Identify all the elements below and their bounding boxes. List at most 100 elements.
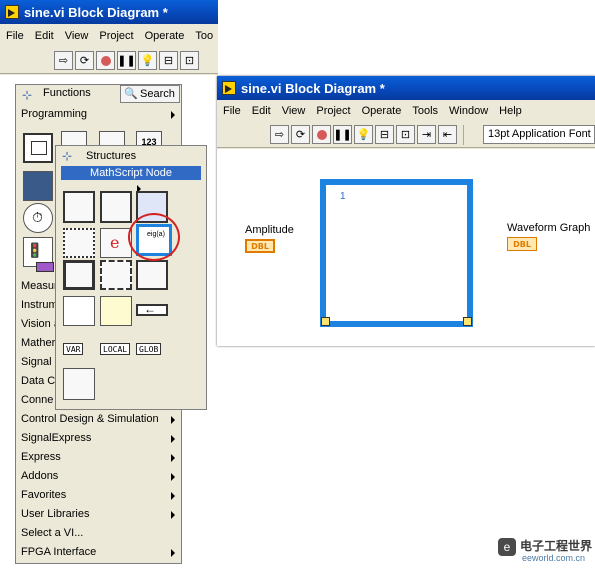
category-instrument[interactable]: Instrum	[21, 296, 58, 314]
submenu-arrow-icon	[171, 416, 175, 424]
front-toolbar: ⇨ ⟳ ❚❚ 💡 ⊟ ⊡ ⇥ ⇤ 13pt Application Font	[217, 122, 595, 148]
category-user-libraries[interactable]: User Libraries	[21, 505, 181, 523]
feedback-node-tile[interactable]	[63, 296, 95, 326]
back-window-title: sine.vi Block Diagram *	[24, 4, 168, 20]
run-button[interactable]: ⇨	[54, 51, 73, 70]
pushpin-icon[interactable]: ⊹	[22, 88, 32, 102]
eeworld-site: eeworld.com.cn	[522, 553, 586, 563]
front-menubar: File Edit View Project Operate Tools Win…	[217, 101, 595, 121]
retain-wire-values-button[interactable]: ⊟	[375, 125, 394, 144]
var-tag[interactable]: VAR	[63, 343, 84, 355]
category-signalexpress[interactable]: SignalExpress	[21, 429, 181, 447]
category-signal[interactable]: Signal	[21, 353, 52, 371]
step-over-button[interactable]: ⇥	[417, 125, 436, 144]
structures-tile[interactable]	[23, 133, 53, 163]
menu-edit[interactable]: Edit	[35, 30, 54, 42]
conditional-disable-tile[interactable]: ←	[136, 302, 168, 316]
eeworld-watermark: e 电子工程世界 eeworld.com.cn	[498, 536, 593, 570]
pushpin-icon[interactable]: ⊹	[62, 149, 72, 163]
menu-file[interactable]: File	[6, 30, 24, 42]
highlight-execution-button[interactable]: 💡	[138, 51, 157, 70]
category-express[interactable]: Express	[21, 448, 181, 466]
font-select-value: 13pt Application Font	[488, 128, 591, 140]
waveform-graph-terminal[interactable]: DBL	[507, 237, 537, 251]
category-control-design-label: Control Design & Simulation	[21, 413, 159, 425]
menu-file[interactable]: File	[223, 105, 241, 117]
highlight-execution-button[interactable]: 💡	[354, 125, 373, 144]
category-control-design[interactable]: Control Design & Simulation	[21, 410, 181, 428]
menu-tools[interactable]: Too	[195, 30, 213, 42]
search-icon: 🔍	[124, 88, 138, 100]
file-io-tile[interactable]	[23, 171, 53, 201]
menu-view[interactable]: View	[282, 105, 306, 117]
abort-button[interactable]	[96, 51, 115, 70]
menu-edit[interactable]: Edit	[252, 105, 271, 117]
event-structure-tile[interactable]	[63, 260, 95, 290]
category-favorites[interactable]: Favorites	[21, 486, 181, 504]
eeworld-logo-icon: e	[498, 538, 516, 556]
submenu-arrow-icon	[171, 473, 175, 481]
glob-tag[interactable]: GLOB	[136, 343, 162, 355]
menu-view[interactable]: View	[65, 30, 89, 42]
decorations-tile[interactable]	[63, 368, 95, 400]
search-button[interactable]: 🔍 Search	[120, 85, 180, 103]
eeworld-brand: 电子工程世界	[520, 539, 593, 553]
menu-project[interactable]: Project	[99, 30, 133, 42]
front-window-title-bar[interactable]: sine.vi Block Diagram *	[217, 76, 595, 100]
font-select[interactable]: 13pt Application Font	[483, 125, 595, 144]
menu-project[interactable]: Project	[316, 105, 350, 117]
waveform-graph-terminal-type: DBL	[513, 239, 531, 249]
step-into-button[interactable]: ⊡	[180, 51, 199, 70]
pause-button[interactable]: ❚❚	[117, 51, 136, 70]
mathscript-node[interactable]: 1	[320, 179, 473, 327]
step-out-button[interactable]: ⇤	[438, 125, 457, 144]
pause-button[interactable]: ❚❚	[333, 125, 352, 144]
highlight-circle	[128, 213, 180, 261]
functions-palette-header: ⊹ Functions 🔍 Search	[16, 85, 181, 103]
timed-loop-tile[interactable]	[100, 260, 132, 290]
category-express-label: Express	[21, 451, 61, 463]
menu-operate[interactable]: Operate	[145, 30, 185, 42]
abort-button[interactable]	[312, 125, 331, 144]
functions-palette-title: Functions	[43, 87, 91, 99]
run-continuously-button[interactable]: ⟳	[75, 51, 94, 70]
menu-window[interactable]: Window	[449, 105, 488, 117]
select-a-vi[interactable]: Select a VI...	[21, 524, 83, 542]
submenu-arrow-icon	[171, 111, 175, 119]
sequence-structure-tile[interactable]	[63, 228, 95, 258]
category-mathematics[interactable]: Mather	[21, 334, 55, 352]
category-programming[interactable]: Programming	[21, 105, 181, 123]
category-data-communication[interactable]: Data C	[21, 372, 55, 390]
node-corner-icon	[463, 317, 472, 326]
search-label: Search	[140, 88, 175, 100]
category-measurement[interactable]: Measur	[21, 277, 58, 295]
menu-operate[interactable]: Operate	[362, 105, 402, 117]
shift-register-tile[interactable]	[100, 296, 132, 326]
diagram-canvas[interactable]: 1 Amplitude DBL Waveform Graph DBL	[217, 149, 595, 346]
submenu-arrow-icon	[171, 492, 175, 500]
step-into-button[interactable]: ⊡	[396, 125, 415, 144]
category-fpga-interface[interactable]: FPGA Interface	[21, 543, 181, 561]
for-loop-tile[interactable]	[63, 191, 95, 223]
run-button[interactable]: ⇨	[270, 125, 289, 144]
amplitude-terminal[interactable]: DBL	[245, 239, 275, 253]
category-connectivity[interactable]: Conne	[21, 391, 53, 409]
submenu-arrow-icon	[171, 549, 175, 557]
timing-tile[interactable]: ⏱	[23, 203, 53, 233]
amplitude-label: Amplitude	[245, 224, 294, 236]
run-continuously-button[interactable]: ⟳	[291, 125, 310, 144]
menu-tools[interactable]: Tools	[412, 105, 438, 117]
category-signalexpress-label: SignalExpress	[21, 432, 92, 444]
formula-node-tile[interactable]: e	[100, 228, 132, 258]
back-window-title-bar[interactable]: sine.vi Block Diagram *	[0, 0, 218, 24]
mathscript-node-tooltip: MathScript Node	[61, 166, 201, 180]
submenu-arrow-icon	[171, 511, 175, 519]
front-window: sine.vi Block Diagram * File Edit View P…	[217, 76, 595, 346]
diagram-disable-tile[interactable]	[136, 260, 168, 290]
retain-wire-values-button[interactable]: ⊟	[159, 51, 178, 70]
menu-help[interactable]: Help	[499, 105, 522, 117]
local-tag[interactable]: LOCAL	[100, 343, 131, 355]
amplitude-terminal-type: DBL	[251, 241, 269, 251]
category-addons[interactable]: Addons	[21, 467, 181, 485]
while-loop-tile[interactable]	[100, 191, 132, 223]
